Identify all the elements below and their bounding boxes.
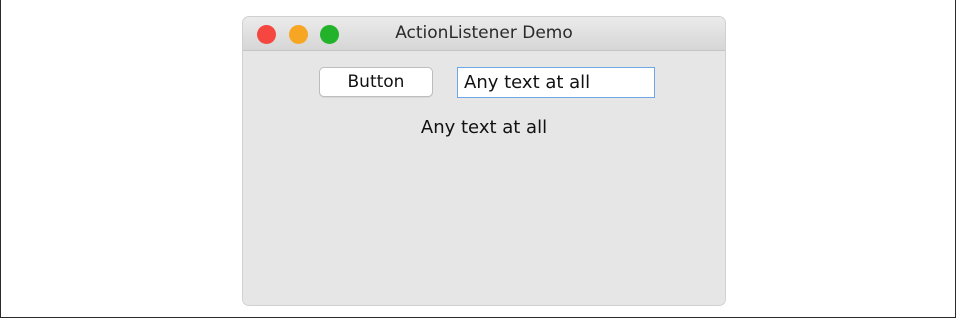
window-titlebar[interactable]: ActionListener Demo	[243, 17, 725, 51]
action-button[interactable]: Button	[319, 67, 433, 97]
app-window: ActionListener Demo Button Any text at a…	[243, 17, 725, 305]
window-content: Button Any text at all Any text at all	[243, 51, 725, 305]
output-label: Any text at all	[420, 117, 548, 138]
screenshot-canvas: ActionListener Demo Button Any text at a…	[0, 0, 956, 318]
text-input[interactable]: Any text at all	[457, 67, 655, 98]
window-title: ActionListener Demo	[395, 23, 573, 43]
